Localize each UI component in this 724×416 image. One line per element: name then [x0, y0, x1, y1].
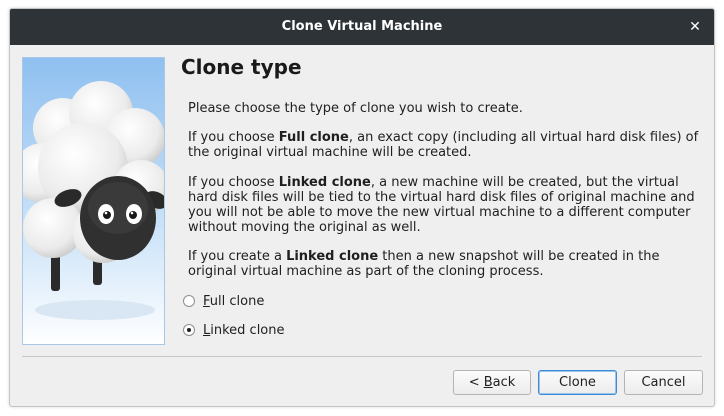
linked-clone-radio[interactable]: Linked clone	[183, 321, 285, 339]
button-divider	[22, 356, 702, 357]
radio-button-checked[interactable]	[183, 324, 195, 336]
clone-button[interactable]: Clone	[538, 370, 617, 395]
linked-clone-description: If you choose Linked clone, a new machin…	[188, 175, 695, 235]
sheep-illustration	[22, 57, 165, 345]
clone-vm-dialog: Clone Virtual Machine ✕ Clone type Pleas…	[9, 8, 715, 407]
linked-clone-label: Linked clone	[203, 322, 285, 338]
intro-text: Please choose the type of clone you wish…	[188, 101, 523, 116]
close-icon[interactable]: ✕	[686, 18, 704, 36]
radio-button-unchecked[interactable]	[183, 295, 195, 307]
titlebar: Clone Virtual Machine ✕	[10, 9, 714, 45]
page-title: Clone type	[181, 55, 302, 79]
snapshot-description: If you create a Linked clone then a new …	[188, 249, 660, 279]
window-title: Clone Virtual Machine	[281, 19, 443, 34]
full-clone-description: If you choose Full clone, an exact copy …	[188, 130, 699, 160]
full-clone-label: Full clone	[203, 293, 265, 309]
full-clone-radio[interactable]: Full clone	[183, 292, 264, 310]
cancel-button[interactable]: Cancel	[624, 370, 703, 395]
back-button[interactable]: < Back	[453, 370, 531, 395]
